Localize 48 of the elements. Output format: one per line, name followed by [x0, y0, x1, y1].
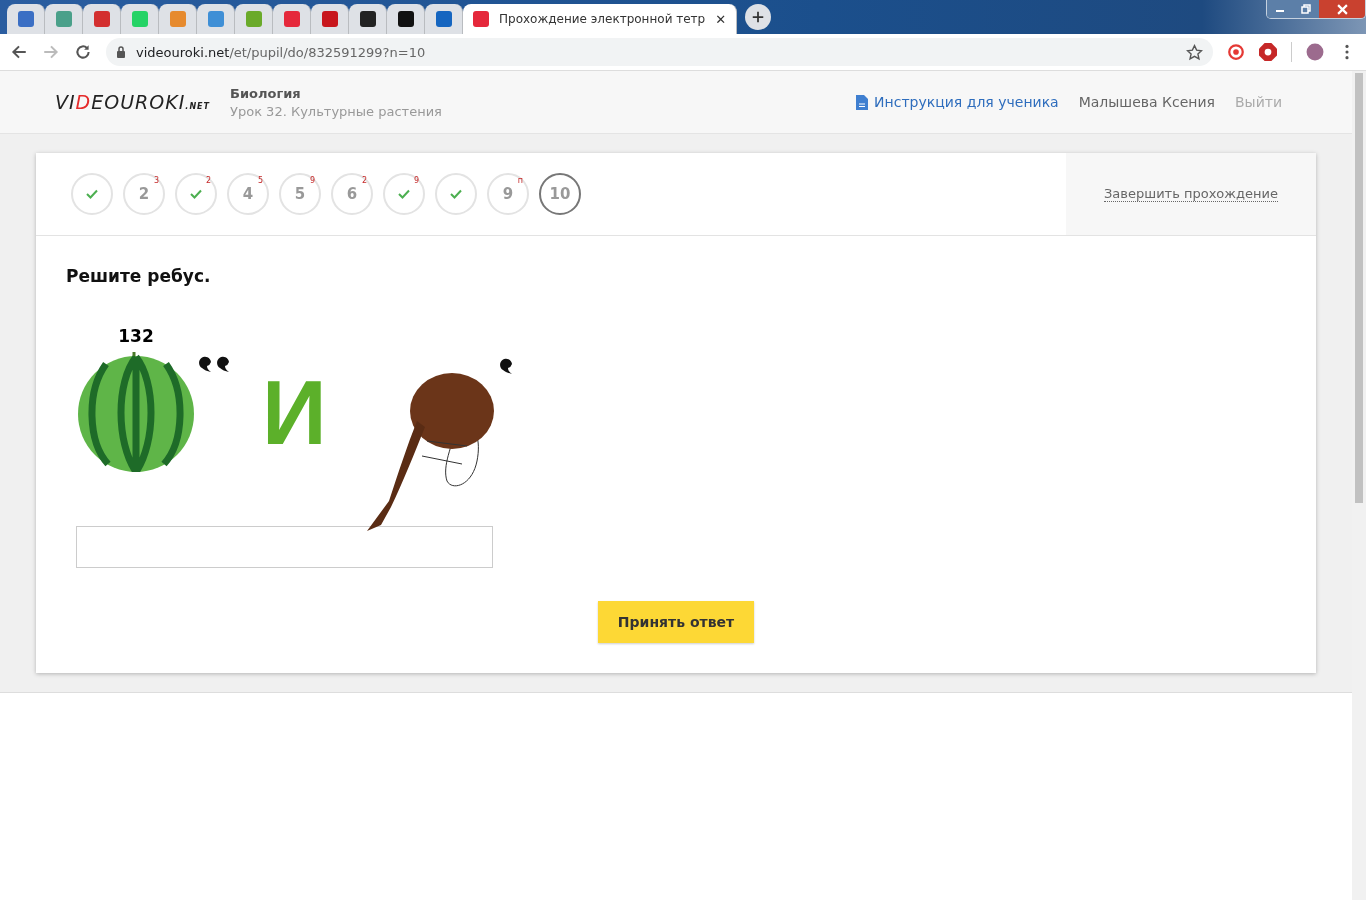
- target-icon[interactable]: [1227, 43, 1245, 61]
- submit-button[interactable]: Принять ответ: [597, 601, 755, 643]
- question-step[interactable]: 2 3: [123, 173, 165, 215]
- profile-avatar-icon[interactable]: [1306, 43, 1324, 61]
- question-step[interactable]: 5 9: [279, 173, 321, 215]
- score-mark: п: [517, 176, 523, 185]
- rebus-number: 132: [118, 326, 154, 346]
- question-step[interactable]: 2: [175, 173, 217, 215]
- browser-tab[interactable]: [349, 4, 387, 34]
- instruction-link[interactable]: Инструкция для ученика: [856, 94, 1059, 110]
- task-prompt: Решите ребус.: [66, 266, 212, 286]
- browser-tab[interactable]: [387, 4, 425, 34]
- browser-tab[interactable]: Прохождение электронной тетр ✕: [463, 4, 738, 34]
- check-icon: [398, 189, 410, 199]
- answer-field[interactable]: [76, 526, 493, 568]
- subject-title: Биология: [230, 85, 302, 101]
- reload-icon[interactable]: [74, 43, 92, 61]
- lesson-title: Урок 32. Культурные растения: [230, 103, 442, 119]
- score-mark: 5: [257, 176, 263, 185]
- score-mark: 2: [361, 176, 367, 185]
- score-mark: 2: [205, 176, 211, 185]
- plus-icon: [751, 10, 766, 24]
- site-logo[interactable]: VIDEOUROKI.NET: [55, 91, 210, 113]
- rebus-letter: И: [262, 368, 327, 458]
- finish-link[interactable]: Завершить прохождение: [1104, 186, 1278, 202]
- check-icon: [450, 189, 462, 199]
- document-icon: [856, 94, 869, 110]
- score-mark: 9: [309, 176, 315, 185]
- question-step[interactable]: 6 2: [331, 173, 373, 215]
- check-icon: [190, 189, 202, 199]
- new-tab-button[interactable]: [745, 4, 772, 30]
- question-step[interactable]: 9 п: [487, 173, 529, 215]
- question-step[interactable]: 9: [383, 173, 425, 215]
- back-icon[interactable]: [10, 43, 28, 61]
- close-tab-icon[interactable]: ✕: [715, 11, 727, 27]
- question-step[interactable]: 4 5: [227, 173, 269, 215]
- tab-title: Прохождение электронной тетр: [499, 12, 706, 26]
- star-icon[interactable]: [1186, 43, 1203, 61]
- restore-icon[interactable]: [1293, 0, 1319, 18]
- address-bar[interactable]: videouroki.net/et/pupil/do/832591299?n=10: [106, 38, 1213, 66]
- score-mark: 9: [413, 176, 419, 185]
- lock-icon: [116, 46, 126, 58]
- close-icon[interactable]: [1319, 0, 1365, 18]
- url-text: videouroki.net/et/pupil/do/832591299?n=10: [136, 44, 427, 60]
- score-mark: 3: [153, 176, 159, 185]
- check-icon: [86, 189, 98, 199]
- user-name[interactable]: Малышева Ксения: [1078, 94, 1215, 110]
- minimize-icon[interactable]: [1267, 0, 1293, 18]
